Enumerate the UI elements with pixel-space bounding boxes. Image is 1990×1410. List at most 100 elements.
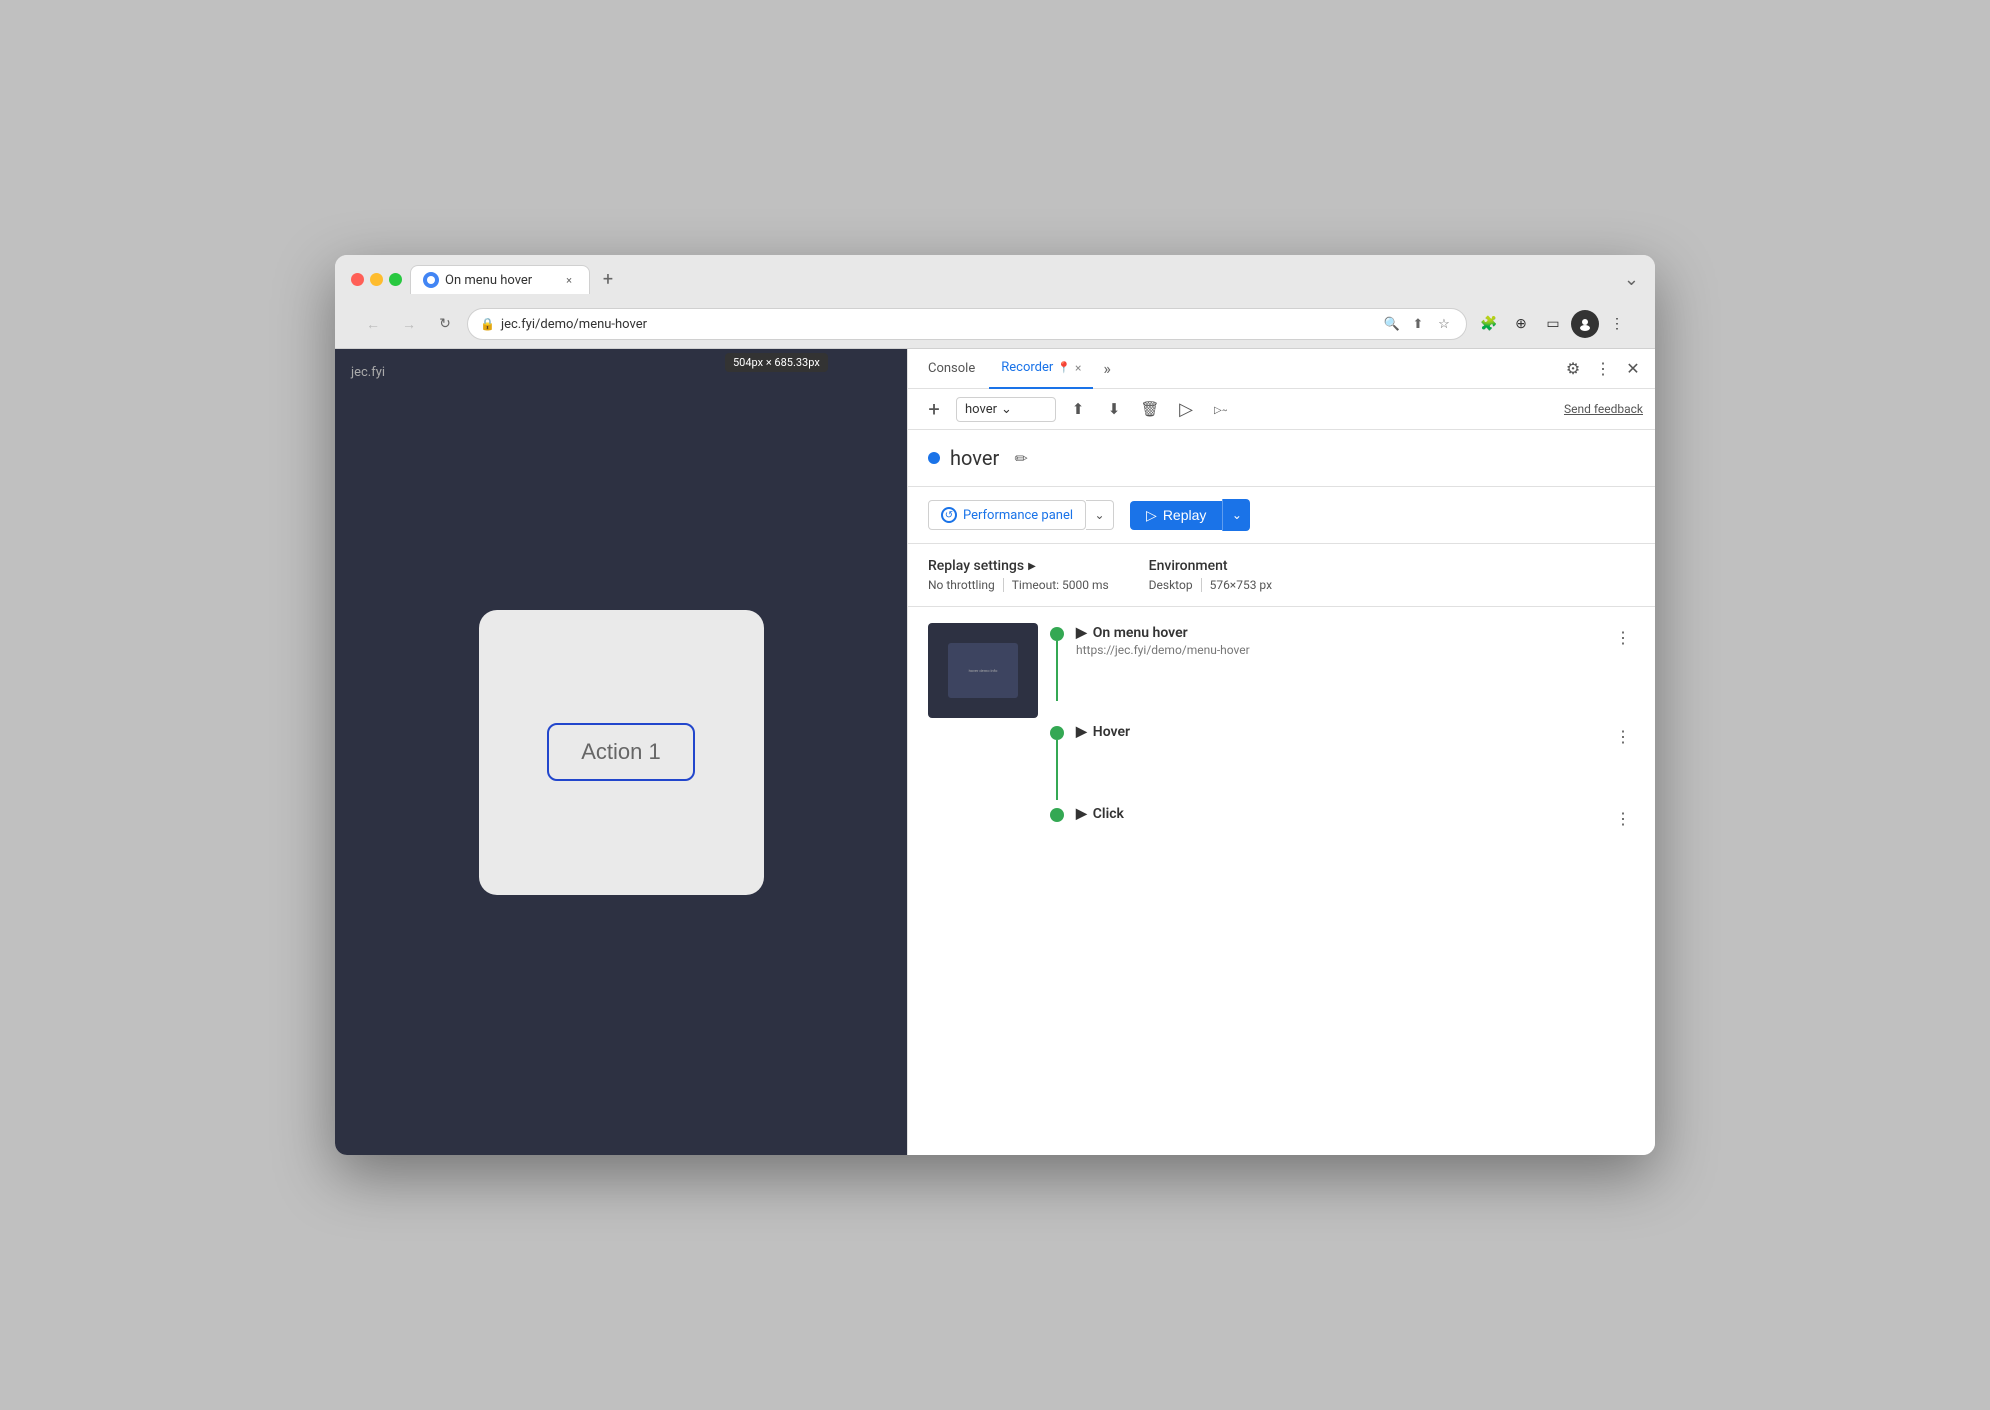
- step-title-label-2: Hover: [1093, 724, 1130, 740]
- size-tooltip: 504px × 685.33px: [725, 353, 828, 372]
- settings-divider-2: [1201, 578, 1202, 592]
- more-options-icon[interactable]: ⋮: [1603, 310, 1631, 338]
- action-buttons-row: ↺ Performance panel ⌄ ▷ Replay ⌄: [908, 487, 1655, 544]
- svg-text:~: ~: [1222, 406, 1227, 415]
- step-kebab-1[interactable]: ⋮: [1611, 625, 1635, 649]
- tab-close-btn[interactable]: ×: [561, 272, 577, 288]
- slow-replay-button[interactable]: ▷ ~: [1208, 395, 1236, 423]
- step-title-label-3: Click: [1093, 806, 1124, 822]
- throttling-label: No throttling: [928, 578, 995, 592]
- step-title-2[interactable]: ▶ Hover: [1076, 724, 1130, 740]
- address-bar-row: ← → ↻ 🔒 jec.fyi/demo/menu-hover 🔍 ⬆ ☆ 🧩 …: [351, 302, 1639, 348]
- title-bar: On menu hover × + ⌄ ← → ↻ 🔒 jec.fyi/demo…: [335, 255, 1655, 349]
- recording-select-label: hover: [965, 402, 997, 417]
- timeline-col-1: [1050, 623, 1064, 701]
- step-info-2: ▶ Hover ⋮: [1076, 722, 1635, 748]
- replay-dropdown-button[interactable]: ⌄: [1222, 499, 1250, 531]
- environment-group: Environment Desktop 576×753 px: [1149, 558, 1272, 592]
- step-expand-icon-3: ▶: [1076, 806, 1087, 822]
- lock-icon: 🔒: [480, 317, 495, 331]
- devtools-topbar: Console Recorder 📍 × » ⚙ ⋮ ✕: [908, 349, 1655, 389]
- performance-panel-button[interactable]: ↺ Performance panel: [928, 500, 1086, 530]
- step-title-3[interactable]: ▶ Click: [1076, 806, 1124, 822]
- active-tab[interactable]: On menu hover ×: [410, 265, 590, 294]
- steps-section: hover demo info ▶ On menu hover: [908, 607, 1655, 1155]
- step-title-label-1: On menu hover: [1093, 625, 1188, 641]
- performance-panel-label: Performance panel: [963, 508, 1073, 523]
- tab-recorder[interactable]: Recorder 📍 ×: [989, 349, 1093, 389]
- more-tabs-button[interactable]: »: [1095, 359, 1119, 378]
- replay-settings-details: No throttling Timeout: 5000 ms: [928, 578, 1109, 592]
- maximize-traffic-light[interactable]: [389, 273, 402, 286]
- replay-settings-title[interactable]: Replay settings ▶: [928, 558, 1109, 574]
- step-kebab-3[interactable]: ⋮: [1611, 806, 1635, 830]
- tab-overflow-btn[interactable]: ⌄: [1624, 269, 1639, 290]
- screenshot-icon[interactable]: ⊕: [1507, 310, 1535, 338]
- step-info-3: ▶ Click ⋮: [1076, 804, 1635, 830]
- step-expand-icon-1: ▶: [1076, 625, 1087, 641]
- recording-select[interactable]: hover ⌄: [956, 397, 1056, 422]
- profile-button[interactable]: [1571, 310, 1599, 338]
- close-traffic-light[interactable]: [351, 273, 364, 286]
- performance-panel-icon: ↺: [941, 507, 957, 523]
- reload-button[interactable]: ↻: [431, 310, 459, 338]
- action-button[interactable]: Action 1: [547, 723, 695, 781]
- edit-title-button[interactable]: ✏: [1009, 446, 1033, 470]
- replay-settings-arrow: ▶: [1028, 561, 1036, 572]
- step-subtitle-1: https://jec.fyi/demo/menu-hover: [1076, 643, 1250, 657]
- send-feedback-link[interactable]: Send feedback: [1564, 402, 1643, 416]
- step-line-2: [1056, 740, 1058, 800]
- export-button[interactable]: ⬆: [1064, 395, 1092, 423]
- recording-select-arrow: ⌄: [1001, 402, 1012, 417]
- page-content: 504px × 685.33px jec.fyi Action 1: [335, 349, 907, 1155]
- search-icon[interactable]: 🔍: [1382, 314, 1402, 334]
- step-item-3: ▶ Click ⋮: [1050, 804, 1635, 830]
- step-title-1[interactable]: ▶ On menu hover: [1076, 625, 1250, 641]
- devtools-close-button[interactable]: ✕: [1619, 355, 1647, 383]
- address-bar-icons: 🔍 ⬆ ☆: [1382, 314, 1454, 334]
- sidebar-icon[interactable]: ▭: [1539, 310, 1567, 338]
- timeline-col-2: [1050, 722, 1064, 800]
- devtools-kebab-button[interactable]: ⋮: [1589, 355, 1617, 383]
- timeline-col-3: [1050, 804, 1064, 822]
- devtools-panel: Console Recorder 📍 × » ⚙ ⋮ ✕ + hover ⌄: [907, 349, 1655, 1155]
- play-button[interactable]: ▷: [1172, 395, 1200, 423]
- import-button[interactable]: ⬇: [1100, 395, 1128, 423]
- replay-button[interactable]: ▷ Replay: [1130, 501, 1222, 530]
- environment-value: Desktop: [1149, 578, 1193, 592]
- extensions-icon[interactable]: 🧩: [1475, 310, 1503, 338]
- recording-title-area: hover ✏: [908, 430, 1655, 487]
- new-tab-button[interactable]: +: [594, 266, 622, 294]
- bookmark-icon[interactable]: ☆: [1434, 314, 1454, 334]
- forward-button[interactable]: →: [395, 310, 423, 338]
- browser-window: On menu hover × + ⌄ ← → ↻ 🔒 jec.fyi/demo…: [335, 255, 1655, 1155]
- add-recording-button[interactable]: +: [920, 395, 948, 423]
- thumb-mini-text: hover demo info: [969, 668, 998, 673]
- delete-button[interactable]: 🗑: [1136, 395, 1164, 423]
- replay-settings-label: Replay settings: [928, 558, 1024, 574]
- performance-panel-dropdown[interactable]: ⌄: [1086, 500, 1114, 530]
- step-line-1: [1056, 641, 1058, 701]
- title-bar-top: On menu hover × + ⌄: [351, 265, 1639, 294]
- share-icon[interactable]: ⬆: [1408, 314, 1428, 334]
- demo-card: Action 1: [479, 610, 764, 895]
- recorder-tab-close[interactable]: ×: [1075, 361, 1081, 375]
- step-kebab-2[interactable]: ⋮: [1611, 724, 1635, 748]
- back-button[interactable]: ←: [359, 310, 387, 338]
- environment-details: Desktop 576×753 px: [1149, 578, 1272, 592]
- replay-settings-group: Replay settings ▶ No throttling Timeout:…: [928, 558, 1109, 592]
- tab-favicon: [423, 272, 439, 288]
- minimize-traffic-light[interactable]: [370, 273, 383, 286]
- devtools-settings-button[interactable]: ⚙: [1559, 355, 1587, 383]
- environment-title: Environment: [1149, 558, 1272, 574]
- environment-label: Environment: [1149, 558, 1228, 574]
- browser-actions: 🧩 ⊕ ▭ ⋮: [1475, 310, 1631, 338]
- step-expand-icon-2: ▶: [1076, 724, 1087, 740]
- page-label: jec.fyi: [351, 365, 385, 380]
- step-dot-1: [1050, 627, 1064, 641]
- step-dot-2: [1050, 726, 1064, 740]
- address-bar[interactable]: 🔒 jec.fyi/demo/menu-hover 🔍 ⬆ ☆: [467, 308, 1467, 340]
- recorder-toolbar: + hover ⌄ ⬆ ⬇ 🗑 ▷ ▷ ~ Send feedback: [908, 389, 1655, 430]
- tab-console[interactable]: Console: [916, 349, 987, 389]
- settings-divider-1: [1003, 578, 1004, 592]
